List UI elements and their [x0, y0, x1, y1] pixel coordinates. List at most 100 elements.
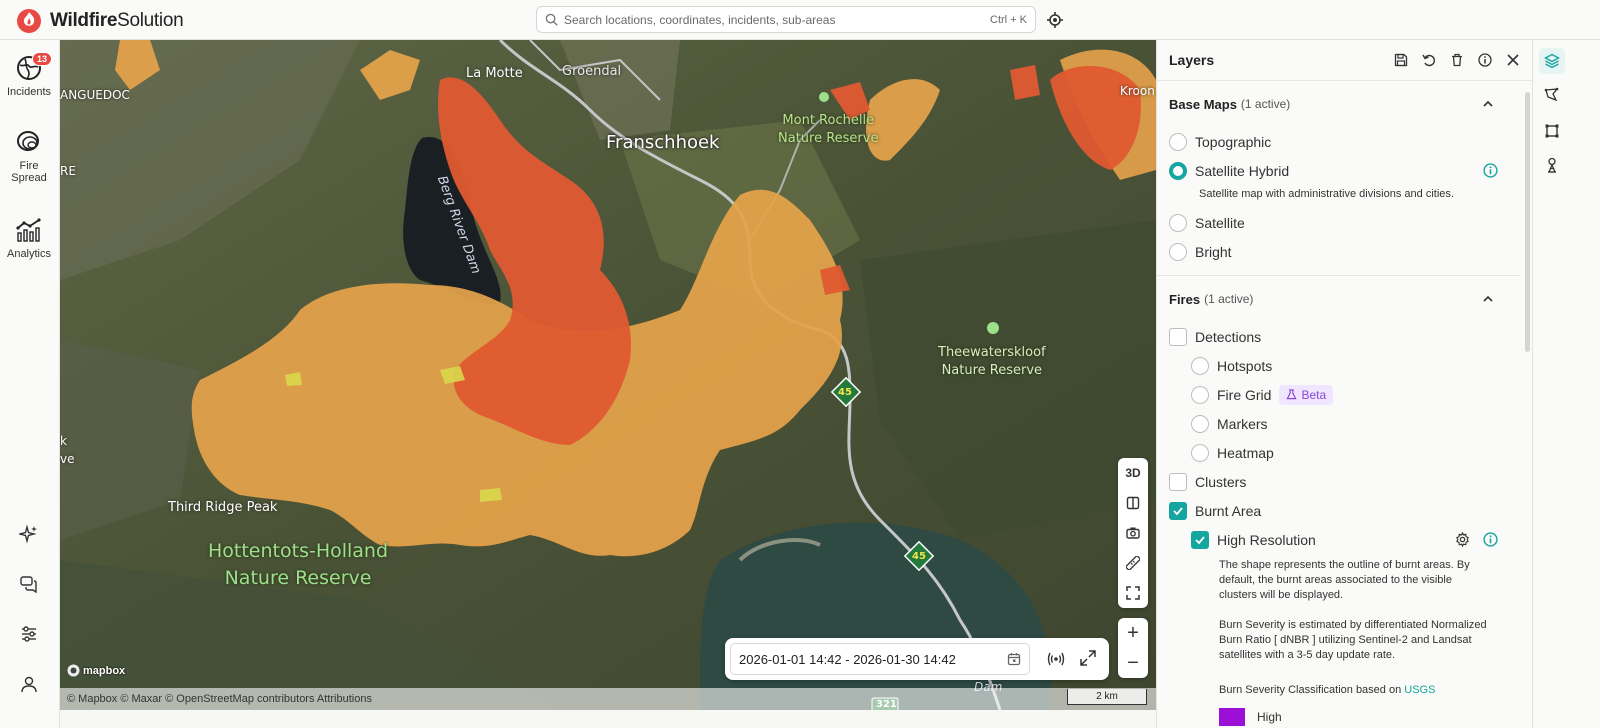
search-bar[interactable]: Ctrl + K: [536, 6, 1036, 33]
fires-option-hotspots[interactable]: Hotspots: [1157, 351, 1532, 380]
map-label-re: RE: [60, 164, 76, 178]
map-label-groendal: Groendal: [562, 64, 622, 79]
gear-icon[interactable]: [1455, 532, 1470, 547]
trash-icon[interactable]: [1450, 53, 1464, 67]
fires-option-heatmap[interactable]: Heatmap: [1157, 438, 1532, 467]
undo-icon[interactable]: [1422, 53, 1436, 67]
fires-section-header[interactable]: Fires (1 active): [1157, 276, 1532, 322]
usgs-link[interactable]: USGS: [1404, 684, 1435, 696]
weather-station-icon: [1548, 157, 1556, 173]
classification-note: Burn Severity Classification based on US…: [1219, 684, 1436, 696]
calendar-icon[interactable]: [1007, 652, 1021, 666]
burnt-area-description: The shape represents the outline of burn…: [1219, 559, 1470, 601]
base-map-option-satellite[interactable]: Satellite: [1157, 208, 1532, 237]
fires-option-burnt-area[interactable]: Burnt Area: [1157, 496, 1532, 525]
search-input[interactable]: [564, 12, 991, 27]
ruler-icon: [1126, 556, 1140, 570]
satellite-hybrid-info-icon[interactable]: [1483, 163, 1498, 178]
fires-option-high-resolution[interactable]: High Resolution: [1157, 525, 1532, 554]
base-map-option-topographic[interactable]: Topographic: [1157, 127, 1532, 156]
fires-option-clusters[interactable]: Clusters: [1157, 467, 1532, 496]
beta-badge: Beta: [1279, 384, 1334, 405]
radio-markers[interactable]: [1191, 414, 1209, 433]
nav-fire-spread[interactable]: Fire Spread: [0, 128, 58, 184]
map-label-hottentots-holland: Hottentots-Holland Nature Reserve: [208, 540, 389, 589]
app-name: WildfireSolution: [50, 10, 184, 31]
checkbox-high-resolution[interactable]: [1191, 530, 1209, 549]
chat-icon[interactable]: [19, 574, 39, 594]
map-attribution[interactable]: © Mapbox © Maxar © OpenStreetMap contrib…: [60, 688, 1156, 710]
save-icon[interactable]: [1394, 53, 1408, 67]
fire-grid-label: Fire Grid: [1217, 386, 1272, 403]
fires-option-detections[interactable]: Detections: [1157, 322, 1532, 351]
app-logo[interactable]: WildfireSolution: [16, 8, 184, 34]
base-map-option-bright[interactable]: Bright: [1157, 237, 1532, 266]
map-view[interactable]: La Motte Groendal Franschhoek Mont Roche…: [60, 40, 1156, 710]
hotspots-label: Hotspots: [1217, 357, 1273, 374]
fires-option-markers[interactable]: Markers: [1157, 409, 1532, 438]
fires-option-fire-grid[interactable]: Fire Grid Beta: [1157, 380, 1532, 409]
high-resolution-label: High Resolution: [1217, 531, 1316, 548]
checkbox-clusters[interactable]: [1169, 472, 1187, 491]
search-shortcut: Ctrl + K: [990, 13, 1027, 26]
mapbox-logo[interactable]: mapbox: [67, 664, 125, 677]
measure-button[interactable]: [1118, 548, 1148, 578]
checkbox-burnt-area[interactable]: [1169, 501, 1187, 520]
base-maps-count: (1 active): [1240, 97, 1291, 111]
detections-label: Detections: [1195, 328, 1262, 345]
base-map-label-satellite-hybrid: Satellite Hybrid: [1195, 162, 1290, 179]
radio-topographic[interactable]: [1169, 132, 1187, 151]
zoom-in-button[interactable]: +: [1118, 618, 1148, 648]
base-map-label-satellite: Satellite: [1195, 214, 1245, 231]
map-label-ve: ve: [60, 452, 75, 466]
area-rail-button[interactable]: [1539, 118, 1565, 144]
split-view-button[interactable]: [1118, 488, 1148, 518]
incidents-badge: 13: [32, 52, 53, 66]
radio-heatmap[interactable]: [1191, 443, 1209, 462]
user-icon[interactable]: [19, 674, 39, 694]
route-45-label-1: 45: [838, 387, 852, 398]
radio-bright[interactable]: [1169, 242, 1187, 261]
close-icon[interactable]: [1506, 53, 1520, 67]
map-label-theewaterskloof: Theewaterskloof Nature Reserve: [938, 345, 1046, 378]
high-resolution-info-icon[interactable]: [1483, 532, 1498, 547]
nav-incidents-label: Incidents: [6, 86, 52, 98]
layers-rail-button[interactable]: [1539, 48, 1565, 74]
expand-icon[interactable]: [1079, 649, 1097, 667]
date-range-field[interactable]: 2026-01-01 14:42 - 2026-01-30 14:42: [730, 643, 1030, 675]
base-map-option-satellite-hybrid[interactable]: Satellite Hybrid: [1157, 156, 1532, 185]
fullscreen-button[interactable]: [1118, 578, 1148, 608]
checkbox-detections[interactable]: [1169, 327, 1187, 346]
radio-hotspots[interactable]: [1191, 356, 1209, 375]
weather-station-rail-button[interactable]: [1539, 152, 1565, 178]
locate-icon[interactable]: [1046, 11, 1064, 29]
left-sidebar: 13 Incidents Fire Spread Analytics: [0, 40, 60, 728]
map-control-group: 3D: [1118, 458, 1148, 608]
toggle-3d-button[interactable]: 3D: [1118, 458, 1148, 488]
flask-icon: [1286, 389, 1298, 400]
burn-severity-description: Burn Severity is estimated by differenti…: [1219, 619, 1487, 661]
radio-fire-grid[interactable]: [1191, 385, 1209, 404]
zoom-out-button[interactable]: −: [1118, 648, 1148, 678]
chevron-up-icon[interactable]: [1482, 98, 1494, 110]
screenshot-button[interactable]: [1118, 518, 1148, 548]
base-maps-section-header[interactable]: Base Maps (1 active): [1157, 81, 1532, 127]
info-icon[interactable]: [1478, 53, 1492, 67]
nav-incidents[interactable]: 13 Incidents: [0, 52, 58, 98]
layers-scrollbar[interactable]: [1525, 92, 1530, 352]
sparkle-icon[interactable]: [19, 524, 39, 544]
nav-fire-spread-label-2: Spread: [11, 172, 47, 184]
sliders-icon[interactable]: [19, 624, 39, 644]
radio-satellite-hybrid[interactable]: [1169, 161, 1187, 180]
chevron-up-icon[interactable]: [1482, 293, 1494, 305]
wildfire-logo-icon: [17, 9, 41, 33]
clusters-label: Clusters: [1195, 473, 1247, 490]
legend-row-high: High: [1157, 708, 1532, 726]
radio-satellite[interactable]: [1169, 213, 1187, 232]
date-range-text: 2026-01-01 14:42 - 2026-01-30 14:42: [739, 651, 956, 667]
layers-actions: [1394, 53, 1520, 67]
live-broadcast-icon[interactable]: [1047, 650, 1065, 668]
draw-rail-button[interactable]: [1539, 82, 1565, 108]
legend-label-high: High: [1257, 710, 1282, 724]
nav-analytics[interactable]: Analytics: [0, 216, 58, 260]
